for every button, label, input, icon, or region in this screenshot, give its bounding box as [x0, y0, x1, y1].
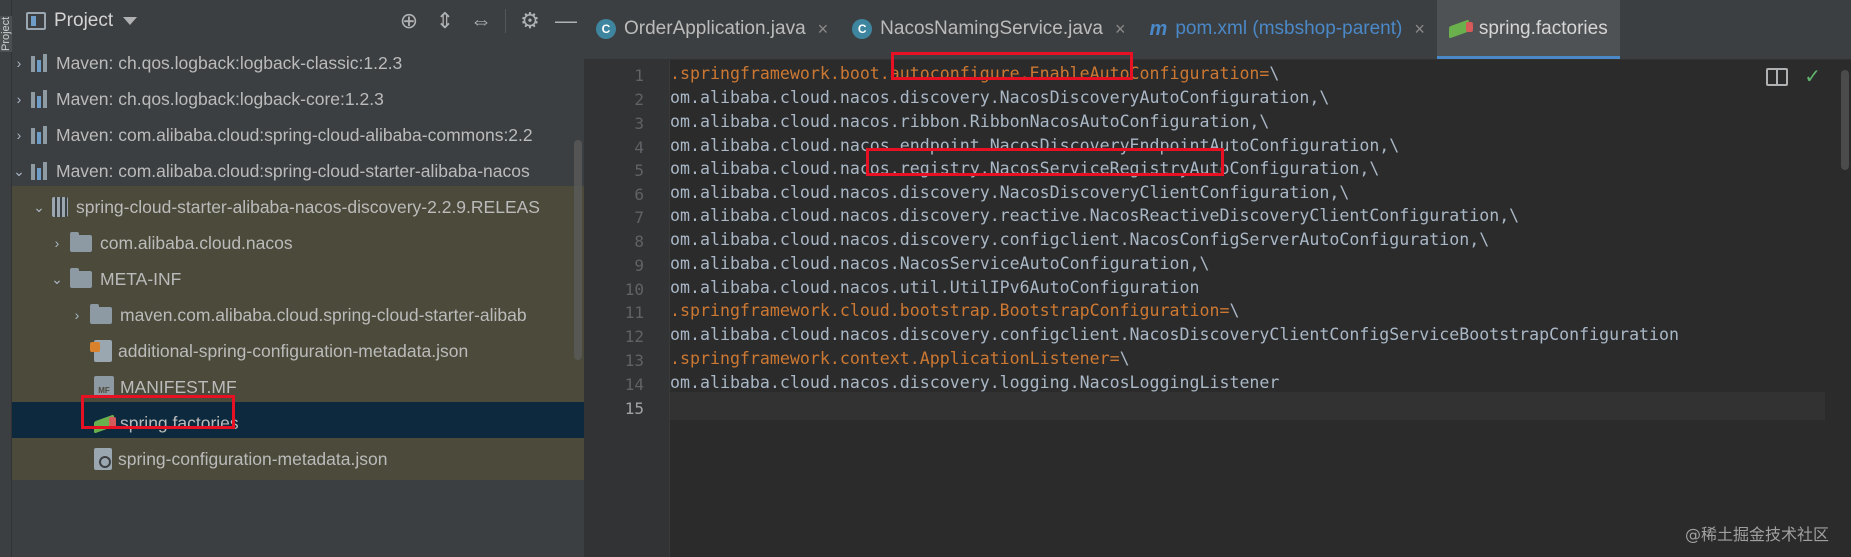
chevron-right-icon[interactable]: ›: [50, 235, 64, 251]
spring-factories-icon: [1449, 19, 1473, 39]
chevron-down-icon[interactable]: ⌄: [32, 199, 46, 216]
line-number: 14: [624, 375, 644, 394]
tree-item-label: com.alibaba.cloud.nacos: [100, 232, 293, 253]
chevron-down-icon[interactable]: [123, 17, 138, 25]
tree-item-label: maven.com.alibaba.cloud.spring-cloud-sta…: [120, 304, 527, 325]
locate-icon[interactable]: ⊕: [391, 3, 427, 39]
chevron-right-icon[interactable]: ›: [70, 307, 84, 323]
chevron-right-icon[interactable]: ›: [12, 127, 26, 143]
project-panel-header: Project ⊕ ⇕ ⇔ ⚙ —: [12, 0, 584, 42]
line-number: 11: [624, 303, 644, 322]
close-icon[interactable]: ×: [818, 19, 829, 40]
code-line: om.alibaba.cloud.nacos.discovery.logging…: [670, 373, 1280, 392]
tab-label: OrderApplication.java: [624, 18, 806, 39]
tree-item-label: Maven: ch.qos.logback:logback-core:1.2.3: [56, 88, 384, 109]
tree-item-label: spring-configuration-metadata.json: [118, 448, 388, 469]
tab-label: pom.xml (msbshop-parent): [1175, 18, 1403, 39]
line-number: 12: [624, 327, 644, 346]
tree-item-label: spring-cloud-starter-alibaba-nacos-disco…: [76, 196, 540, 217]
project-icon: [26, 12, 46, 30]
project-title[interactable]: Project: [54, 10, 113, 32]
watermark: @稀土掘金技术社区: [1684, 525, 1829, 544]
code-editor[interactable]: .springframework.boot.autoconfigure.Enab…: [670, 60, 1851, 557]
tree-item-label: Maven: ch.qos.logback:logback-classic:1.…: [56, 52, 403, 73]
line-number: 9: [634, 256, 644, 275]
project-panel: Project ⊕ ⇕ ⇔ ⚙ — › Maven: ch.qos.logbac…: [12, 0, 584, 557]
minimize-icon[interactable]: —: [548, 3, 584, 39]
library-icon: [30, 126, 50, 144]
folder-icon: [90, 303, 112, 324]
json-file-icon: [94, 448, 112, 470]
tab-label: NacosNamingService.java: [880, 18, 1103, 39]
line-number-current: 15: [624, 399, 644, 418]
tab-nacos-naming-service[interactable]: C NacosNamingService.java ×: [840, 0, 1137, 59]
line-number: 1: [634, 66, 644, 85]
tool-window-stripe: Project: [0, 0, 18, 557]
project-scrollbar[interactable]: [574, 140, 582, 360]
chevron-down-icon[interactable]: ⌄: [50, 271, 64, 288]
tab-label: spring.factories: [1478, 18, 1608, 39]
project-toolbar: ⊕ ⇕ ⇔ ⚙ —: [391, 0, 584, 42]
tree-item-label: Maven: com.alibaba.cloud:spring-cloud-st…: [56, 160, 530, 181]
java-class-icon: C: [852, 19, 873, 39]
tab-pom-xml[interactable]: m pom.xml (msbshop-parent) ×: [1138, 0, 1437, 59]
editor-area: C OrderApplication.java × C NacosNamingS…: [584, 0, 1851, 557]
inspection-ok-icon[interactable]: ✓: [1804, 67, 1821, 87]
line-number-gutter: 1 2 3 4 5 6 7 8 9 10 11 12 13 14 15: [584, 60, 670, 557]
line-number: 8: [634, 232, 644, 251]
editor-tabs: C OrderApplication.java × C NacosNamingS…: [584, 0, 1851, 60]
highlight-box: [891, 52, 1133, 80]
reader-mode-icon[interactable]: [1766, 68, 1789, 86]
line-number: 4: [634, 138, 644, 157]
line-number: 2: [634, 90, 644, 109]
editor-scrollbar[interactable]: [1839, 60, 1851, 557]
library-icon: [30, 90, 50, 108]
gear-icon[interactable]: ⚙: [512, 3, 548, 39]
tree-item-label: additional-spring-configuration-metadata…: [118, 340, 469, 361]
tree-item-label: Maven: com.alibaba.cloud:spring-cloud-al…: [56, 124, 533, 145]
line-number: 10: [624, 280, 644, 299]
line-number: 13: [624, 351, 644, 370]
close-icon[interactable]: ×: [1414, 19, 1425, 40]
highlight-box: [81, 395, 235, 429]
folder-icon: [70, 231, 92, 252]
chevron-down-icon[interactable]: ⌄: [12, 163, 26, 180]
line-number: 5: [634, 161, 644, 180]
highlight-box: [866, 148, 1224, 176]
line-number: 7: [634, 208, 644, 227]
jar-icon: [52, 197, 68, 217]
line-number: 3: [634, 114, 644, 133]
tree-item-label: META-INF: [100, 268, 182, 289]
toolbar-divider: [505, 9, 506, 33]
line-number: 6: [634, 185, 644, 204]
editor-corner-icons: ✓: [1766, 67, 1821, 87]
close-icon[interactable]: ×: [1115, 19, 1126, 40]
tree-item[interactable]: spring-configuration-metadata.json: [12, 438, 584, 480]
java-class-icon: C: [596, 19, 616, 39]
chevron-right-icon[interactable]: ›: [12, 55, 26, 71]
folder-icon: [70, 267, 92, 288]
tab-order-application[interactable]: C OrderApplication.java ×: [584, 0, 840, 59]
tab-spring-factories[interactable]: spring.factories: [1436, 0, 1620, 59]
chevron-right-icon[interactable]: ›: [12, 91, 26, 107]
library-icon: [30, 54, 50, 72]
maven-icon: m: [1149, 17, 1168, 40]
json-file-icon: [90, 340, 112, 362]
collapse-all-icon[interactable]: ⇔: [463, 3, 499, 39]
expand-all-icon[interactable]: ⇕: [427, 3, 463, 39]
library-icon: [30, 162, 50, 180]
